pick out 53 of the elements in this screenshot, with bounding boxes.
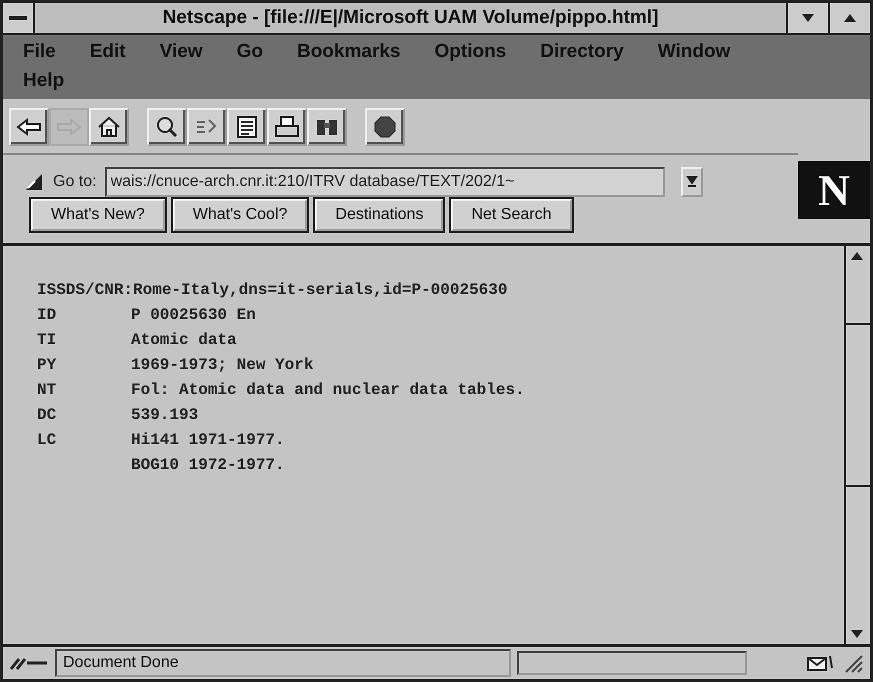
back-button[interactable]: [9, 108, 49, 146]
field-value: Atomic data: [131, 330, 237, 351]
field-tag: DC: [37, 403, 131, 428]
directory-button[interactable]: What's New?: [31, 199, 165, 231]
location-field[interactable]: wais://cnuce-arch.cnr.it:210/ITRV database/TEXT/202/1~: [104, 167, 665, 197]
field-value: BOG10 1972-1977.: [131, 455, 285, 476]
system-menu-icon[interactable]: [8, 14, 28, 22]
open-button[interactable]: [187, 108, 227, 146]
vertical-scrollbar[interactable]: [844, 246, 870, 644]
status-message: Document Done: [63, 654, 179, 672]
directory-button[interactable]: What's Cool?: [172, 199, 308, 231]
menu-item[interactable]: Options: [434, 39, 506, 66]
minimize-icon[interactable]: [801, 13, 815, 23]
menu-item[interactable]: Help: [23, 68, 64, 95]
find-button[interactable]: [307, 108, 347, 146]
directory-button[interactable]: Destinations: [315, 199, 444, 231]
record-header: ISSDS/CNR:Rome-Italy,dns=it-serials,id=P-00025630: [37, 280, 508, 301]
field-tag: PY: [37, 353, 131, 378]
print-button[interactable]: [267, 108, 307, 146]
menu-item[interactable]: Bookmarks: [296, 39, 400, 66]
field-value: P 00025630 En: [131, 305, 256, 326]
mail-icon[interactable]: [806, 653, 836, 673]
dropdown-arrow-icon: [686, 175, 698, 189]
maximize-icon[interactable]: [843, 13, 857, 23]
home-icon: [97, 115, 121, 139]
field-tag: NT: [37, 378, 131, 403]
dropdown-button[interactable]: [680, 167, 703, 197]
menu-item[interactable]: Window: [658, 39, 730, 66]
menu-item[interactable]: Go: [236, 39, 263, 66]
menu-item[interactable]: Edit: [90, 39, 126, 66]
images-button[interactable]: [147, 108, 187, 146]
field-value: 539.193: [131, 405, 198, 426]
netscape-logo: N: [798, 161, 870, 219]
field-value: Hi141 1971-1977.: [131, 430, 285, 451]
menu-item[interactable]: View: [160, 39, 203, 66]
document-icon: [235, 115, 259, 139]
stop-button[interactable]: [365, 108, 405, 146]
menu-item[interactable]: File: [23, 39, 56, 66]
field-tag: LC: [37, 428, 131, 453]
print-icon: [274, 115, 300, 139]
window-title: Netscape - [file:///E|/Microsoft UAM Volume/pippo.html]: [162, 7, 658, 29]
field-value: Fol: Atomic data and nuclear data tables.: [131, 380, 525, 401]
menu-item[interactable]: Directory: [540, 39, 624, 66]
field-tag: TI: [37, 328, 131, 353]
images-icon: [155, 115, 179, 139]
document-button[interactable]: [227, 108, 267, 146]
location-label: Go to:: [53, 173, 97, 191]
back-arrow-icon: [16, 117, 42, 137]
home-button[interactable]: [89, 108, 129, 146]
directory-button[interactable]: Net Search: [451, 199, 572, 231]
field-tag: ID: [37, 303, 131, 328]
stop-icon: [373, 115, 397, 139]
field-value: 1969-1973; New York: [131, 355, 314, 376]
